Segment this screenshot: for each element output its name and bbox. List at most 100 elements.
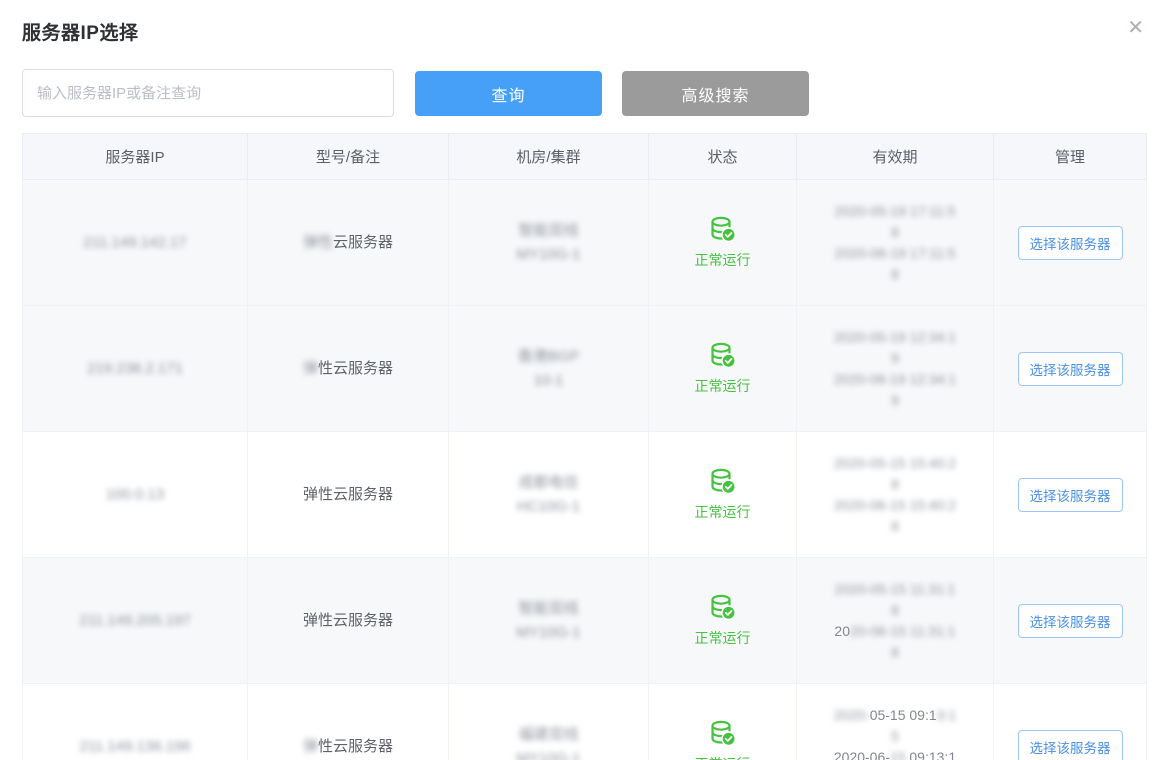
cell-manage: 选择该服务器	[994, 180, 1147, 306]
server-table: 服务器IP 型号/备注 机房/集群 状态 有效期 管理 211.149.142.…	[22, 133, 1146, 760]
validity-value: 2020-05-15 15:40:282020-06-15 15:40:28	[797, 453, 993, 537]
text-line: 弹性云服务器	[248, 735, 448, 758]
text-segment: 8	[891, 266, 899, 282]
cell-status: 正常运行	[649, 432, 797, 558]
text-segment: 211.149.205.197	[79, 612, 191, 629]
text-segment: 211.149.142.17	[83, 234, 186, 251]
table-row: 211.149.136.196 弹性云服务器 福建双线 MY10G-1	[23, 684, 1147, 760]
search-input[interactable]	[22, 69, 394, 117]
text-line: 100.0.13	[23, 483, 247, 506]
table-row: 219.238.2.171 弹性云服务器 香港BGP 10-1	[23, 306, 1147, 432]
text-line: 9	[797, 390, 993, 411]
text-segment: 2020-05-19 17:11:5	[834, 203, 955, 219]
text-segment: 性云服务器	[318, 738, 393, 755]
text-segment: 福建双线	[518, 726, 578, 743]
cluster-value: 成都电信 HC10G-1	[449, 471, 648, 518]
model-value: 弹性云服务器	[248, 231, 448, 254]
table-header-row: 服务器IP 型号/备注 机房/集群 状态 有效期 管理	[23, 134, 1147, 180]
cell-status: 正常运行	[649, 684, 797, 760]
text-segment: 8	[891, 602, 899, 618]
text-segment: MY10G-1	[516, 750, 580, 760]
text-segment: 05-15 09:1	[870, 707, 937, 723]
cell-server-ip: 211.149.136.196	[23, 684, 248, 760]
text-segment: 性云服务器	[318, 360, 393, 377]
text-line: 福建双线	[449, 723, 648, 746]
select-server-button[interactable]: 选择该服务器	[1018, 226, 1123, 260]
text-segment: 8	[891, 518, 899, 534]
cell-cluster: 香港BGP 10-1	[449, 306, 649, 432]
text-segment: 香港BGP	[518, 348, 580, 365]
cell-cluster: 福建双线 MY10G-1	[449, 684, 649, 760]
text-line: HC10G-1	[449, 495, 648, 518]
cell-model: 弹性云服务器	[248, 432, 449, 558]
text-line: 香港BGP	[449, 345, 648, 368]
text-line: 8	[797, 642, 993, 663]
cluster-value: 智能双线 MY10G-1	[449, 597, 648, 644]
text-segment: MY10G-1	[516, 624, 580, 641]
text-line: 10-1	[449, 369, 648, 392]
cell-validity: 2020-05-15 11:31:1 8 2020-06-15 11:31:1 8	[797, 558, 994, 684]
text-segment: 成都电信	[518, 474, 578, 491]
cell-status: 正常运行	[649, 180, 797, 306]
cell-model: 弹性云服务器	[248, 684, 449, 760]
validity-value: 2020-05-19 17:11:5 8 2020-06-19 17:11:5 8	[797, 201, 993, 285]
database-running-icon	[708, 341, 738, 371]
text-segment: 15	[890, 749, 909, 760]
text-segment: 9	[891, 350, 899, 366]
text-line: 2020-05-19 12:34:1	[797, 327, 993, 348]
cell-server-ip: 211.149.142.17	[23, 180, 248, 306]
server-ip-value: 211.149.142.17	[23, 231, 247, 254]
server-ip-select-dialog: 服务器IP选择 ✕ 查询 高级搜索 服务器IP 型号/备注 机房/集群 状态 有…	[0, 0, 1162, 760]
text-line: 弹性云服务器	[248, 483, 448, 506]
column-header-cluster: 机房/集群	[449, 134, 649, 180]
select-server-button[interactable]: 选择该服务器	[1018, 604, 1123, 638]
cell-model: 弹性云服务器	[248, 306, 449, 432]
page-title: 服务器IP选择	[22, 18, 138, 45]
cell-validity: 2020-05-19 17:11:5 8 2020-06-19 17:11:5 8	[797, 180, 994, 306]
query-button[interactable]: 查询	[415, 71, 602, 116]
status-label: 正常运行	[695, 250, 751, 270]
cell-status: 正常运行	[649, 306, 797, 432]
close-icon[interactable]: ✕	[1127, 18, 1144, 38]
text-line: 8	[797, 516, 993, 537]
text-segment: 弹	[303, 738, 318, 755]
text-segment: 2020-06-19 17:11:5	[834, 245, 955, 261]
text-line: 2020-06-19 12:34:1	[797, 369, 993, 390]
column-header-model: 型号/备注	[248, 134, 449, 180]
text-line: 弹性云服务器	[248, 357, 448, 380]
table-row: 100.0.13 弹性云服务器 成都电信 HC10G-1	[23, 432, 1147, 558]
validity-value: 2020-05-19 12:34:192020-06-19 12:34:19	[797, 327, 993, 411]
text-segment: HC10G-1	[517, 498, 580, 515]
text-line: 219.238.2.171	[23, 357, 247, 380]
text-segment: 5	[891, 728, 899, 744]
text-segment: 2020-05-15 11:31:1	[834, 581, 955, 597]
select-server-button[interactable]: 选择该服务器	[1018, 352, 1123, 386]
model-value: 弹性云服务器	[248, 609, 448, 632]
cell-cluster: 智能双线 MY10G-1	[449, 558, 649, 684]
cell-cluster: 智能双线MY10G-1	[449, 180, 649, 306]
server-ip-value: 211.149.205.197	[23, 609, 247, 632]
text-segment: 211.149.136.196	[79, 738, 191, 755]
database-running-icon	[708, 467, 738, 497]
advanced-search-button[interactable]: 高级搜索	[622, 71, 809, 116]
text-segment: 20	[834, 623, 850, 639]
cell-cluster: 成都电信 HC10G-1	[449, 432, 649, 558]
text-line: 2020-06-19 17:11:5	[797, 243, 993, 264]
text-segment: 智能双线	[518, 600, 578, 617]
text-line: 智能双线	[449, 597, 648, 620]
server-table-body: 211.149.142.17 弹性云服务器 智能双线MY10G-1	[23, 180, 1147, 760]
text-segment: 弹	[303, 360, 318, 377]
select-server-button[interactable]: 选择该服务器	[1018, 730, 1123, 760]
database-running-icon	[708, 719, 738, 749]
text-line: 2020-05-15 11:31:1	[797, 579, 993, 600]
cell-validity: 2020-05-15 09:13:152020-06-15 09:13:15	[797, 684, 994, 760]
table-row: 211.149.142.17 弹性云服务器 智能双线MY10G-1	[23, 180, 1147, 306]
select-server-button[interactable]: 选择该服务器	[1018, 478, 1123, 512]
status-label: 正常运行	[695, 502, 751, 522]
cell-model: 弹性云服务器	[248, 180, 449, 306]
column-header-manage: 管理	[994, 134, 1147, 180]
cell-server-ip: 211.149.205.197	[23, 558, 248, 684]
text-line: 8	[797, 474, 993, 495]
text-segment: 20-06-15 11:31:1	[850, 623, 956, 639]
text-line: 8	[797, 222, 993, 243]
